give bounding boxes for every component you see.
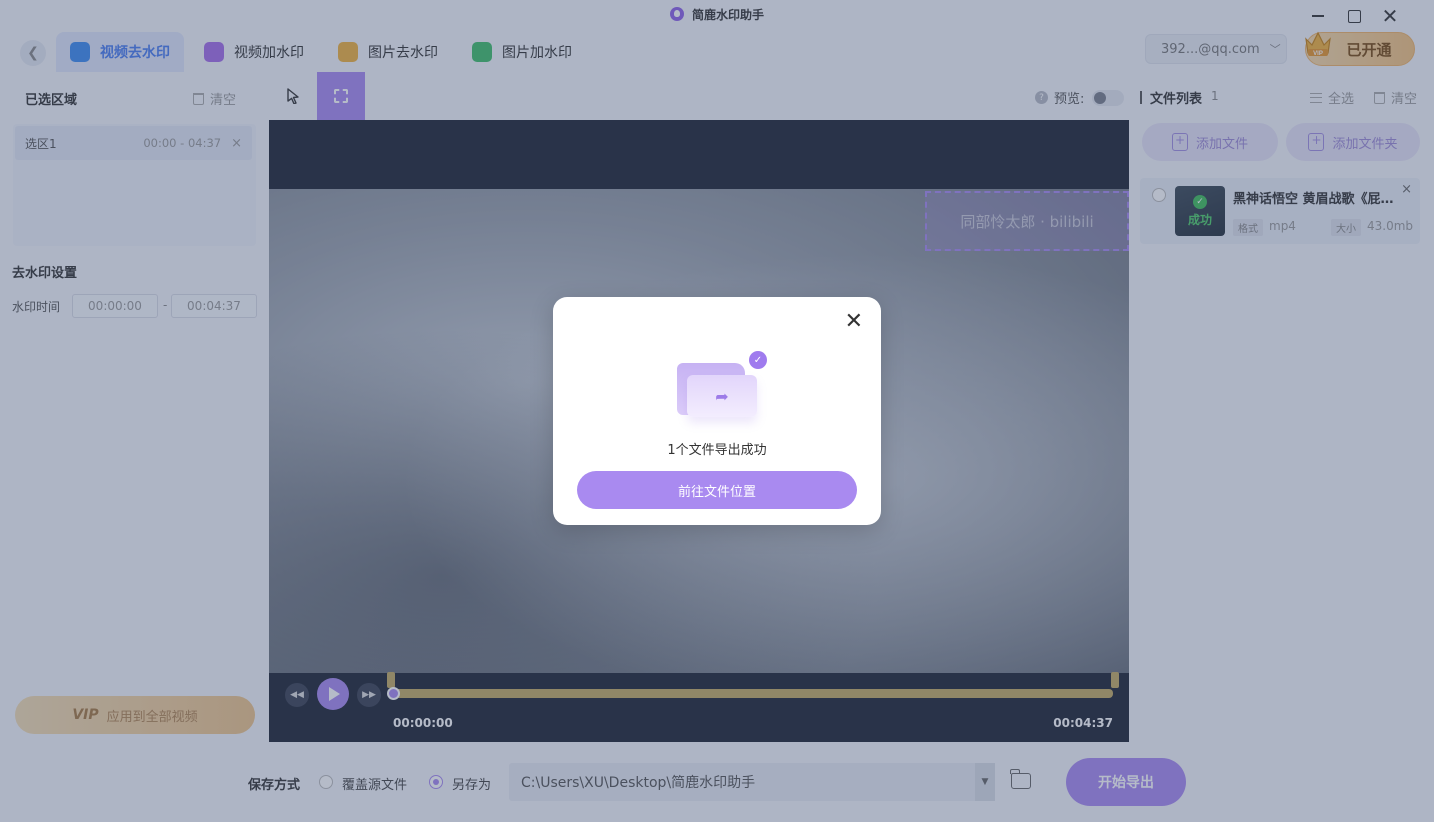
folder-share-icon: ➦ xyxy=(687,375,757,417)
export-success-dialog: ✕ ➦ ✓ 1个文件导出成功 前往文件位置 xyxy=(553,297,881,525)
open-file-location-button[interactable]: 前往文件位置 xyxy=(577,471,857,509)
close-dialog-icon[interactable]: ✕ xyxy=(845,309,863,334)
folder-success-illustration: ➦ ✓ xyxy=(675,349,771,421)
check-icon: ✓ xyxy=(749,351,767,369)
export-success-message: 1个文件导出成功 xyxy=(667,443,767,458)
